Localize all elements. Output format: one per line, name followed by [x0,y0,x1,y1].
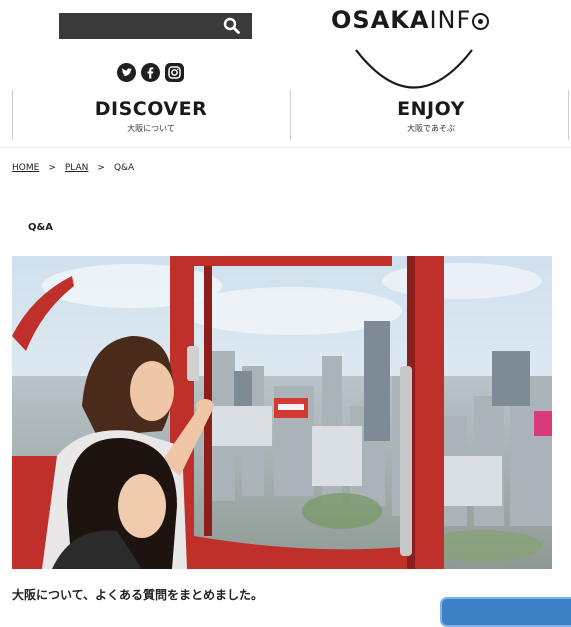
floating-action-button[interactable] [440,597,571,627]
search-box[interactable] [59,13,252,39]
logo-smile-graphic [355,49,473,89]
breadcrumb-home-link[interactable]: HOME [12,163,39,173]
intro-text: 大阪について、よくある質問をまとめました。 [12,588,264,602]
logo-o-mark [472,13,490,30]
header-divider [0,147,571,148]
breadcrumb: HOME > PLAN > Q&A [12,163,134,173]
breadcrumb-current: Q&A [113,163,135,173]
breadcrumb-plan-link[interactable]: PLAN [65,163,89,173]
page-title: Q&A [28,222,53,233]
nav-divider [290,90,291,140]
breadcrumb-separator: > [48,163,56,173]
facebook-icon[interactable] [141,63,160,82]
nav-discover-subtitle: 大阪について [127,124,175,133]
hero-image [12,256,552,569]
breadcrumb-separator: > [97,163,105,173]
search-icon[interactable] [223,17,241,35]
nav-enjoy-subtitle: 大阪であそぶ [407,124,455,133]
nav-enjoy-title: ENJOY [397,98,465,120]
search-input[interactable] [63,16,217,36]
nav-enjoy[interactable]: ENJOY 大阪であそぶ [292,96,570,140]
twitter-icon[interactable] [117,63,136,82]
instagram-icon[interactable] [165,63,184,82]
nav-discover[interactable]: DISCOVER 大阪について [12,96,290,140]
nav-discover-title: DISCOVER [94,98,208,120]
